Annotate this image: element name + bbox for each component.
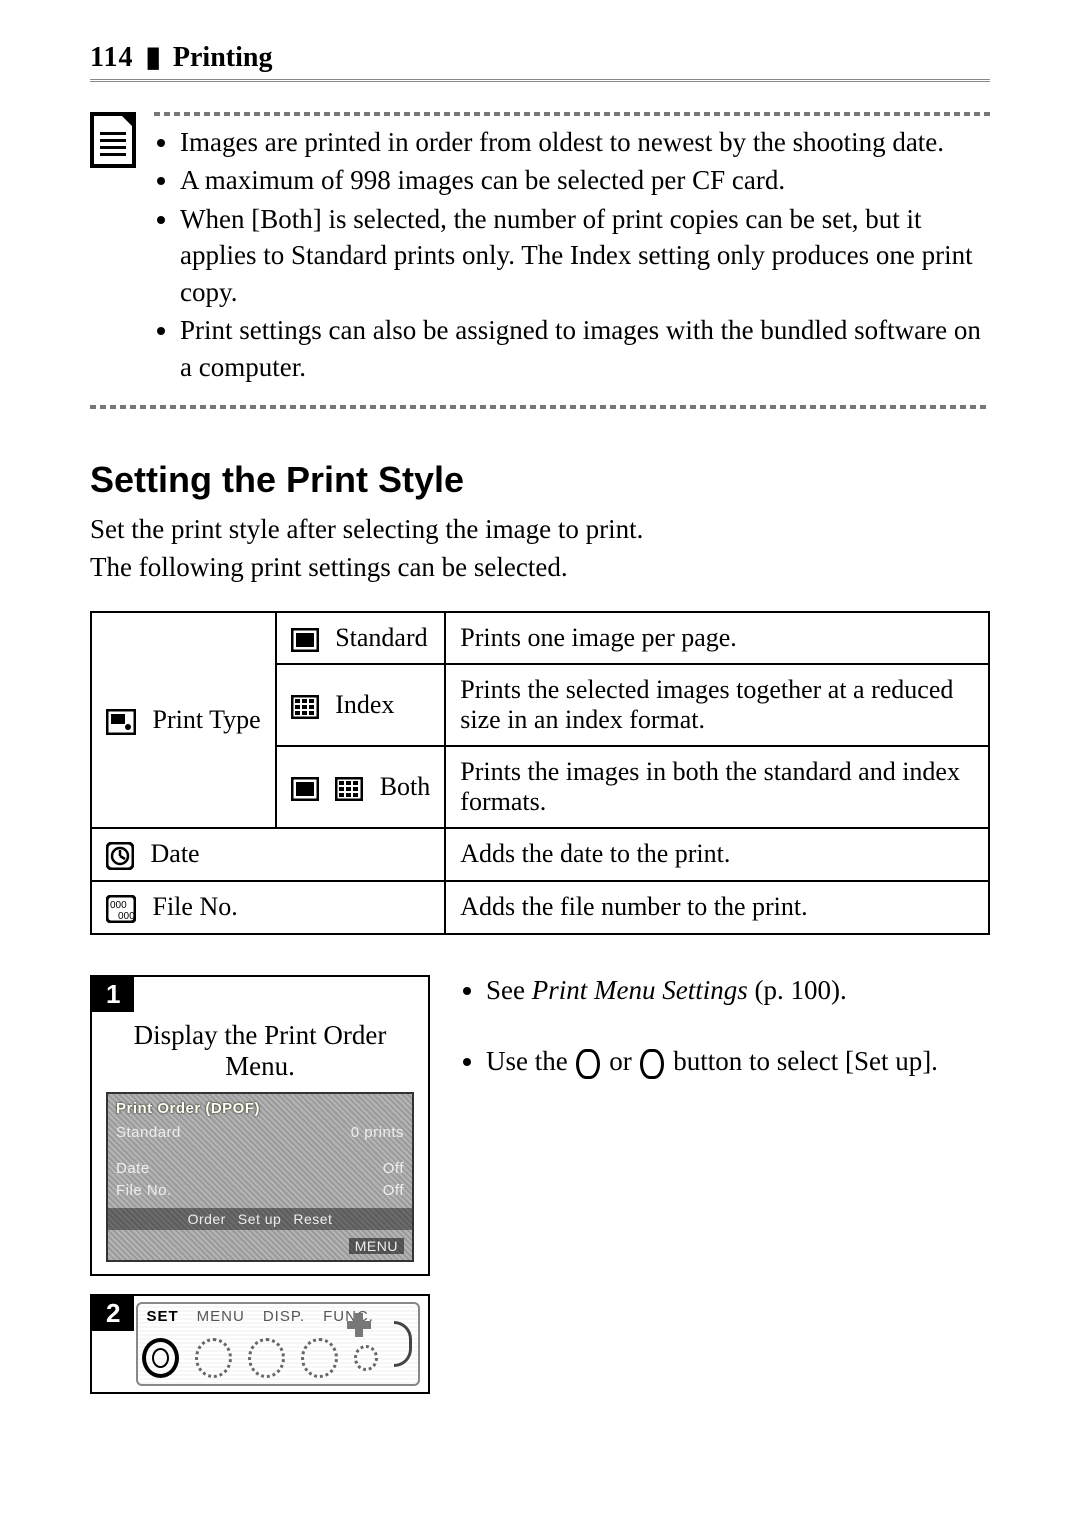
fileno-cell: 000000 File No. (91, 881, 445, 934)
lead-line-2: The following print settings can be sele… (90, 552, 568, 582)
lcd-row-label: File No. (116, 1182, 172, 1199)
standard-desc: Prints one image per page. (445, 612, 989, 664)
page-header: 114 ▮ Printing (90, 40, 990, 78)
date-cell: Date (91, 828, 445, 881)
fileno-desc: Adds the file number to the print. (445, 881, 989, 934)
print-type-label-cell: Print Type (91, 612, 276, 828)
standard-icon (291, 777, 319, 801)
index-icon (335, 777, 363, 801)
camera-lcd: Print Order (DPOF) Standard 0 prints Date… (106, 1092, 414, 1262)
standard-label: Standard (335, 623, 427, 652)
notes-top-rule (154, 112, 990, 116)
svg-text:000: 000 (118, 911, 135, 922)
lcd-tab-bar: Order Set up Reset (108, 1208, 412, 1230)
note-page-icon (90, 112, 136, 168)
index-cell: Index (276, 664, 446, 746)
index-icon (291, 695, 319, 719)
page-section: Printing (173, 42, 273, 74)
svg-text:000: 000 (110, 900, 127, 911)
notes-list: Images are printed in order from oldest … (154, 124, 990, 385)
header-rule (90, 78, 990, 82)
table-row: 000000 File No. Adds the file number to … (91, 881, 989, 934)
section-heading: Setting the Print Style (90, 459, 990, 501)
date-label: Date (151, 839, 200, 868)
index-label: Index (335, 690, 394, 719)
note-item: A maximum of 998 images can be selected … (180, 162, 990, 198)
standard-icon (291, 628, 319, 652)
right-button-icon (640, 1049, 664, 1079)
notes-bottom-rule (90, 405, 990, 409)
instruction-item: See Print Menu Settings (p. 100). (486, 975, 990, 1006)
instr-text: Use the (486, 1046, 574, 1076)
lcd-tab: Reset (293, 1211, 332, 1227)
clock-icon (106, 842, 134, 870)
instr-text: (p. 100). (748, 975, 847, 1005)
instr-text: or (602, 1046, 638, 1076)
page-number: 114 (90, 42, 133, 74)
lcd-row-value: Off (383, 1182, 404, 1199)
instr-text: See (486, 975, 532, 1005)
file-number-icon: 000000 (106, 895, 136, 923)
set-button-icon (142, 1338, 179, 1378)
camera-button-icon (301, 1338, 338, 1378)
note-item: When [Both] is selected, the number of p… (180, 201, 990, 310)
camera-button-icon (248, 1338, 285, 1378)
lcd-menu-tag: MENU (349, 1238, 404, 1254)
lcd-row-value: Off (383, 1160, 404, 1177)
left-button-icon (576, 1049, 600, 1079)
date-desc: Adds the date to the print. (445, 828, 989, 881)
instr-ref: Print Menu Settings (532, 975, 748, 1005)
fileno-label: File No. (153, 892, 238, 921)
lcd-row-label: Date (116, 1160, 150, 1177)
table-row: Date Adds the date to the print. (91, 828, 989, 881)
camera-button-labels: SET MENU DISP. FUNC. (146, 1308, 373, 1325)
print-type-icon (106, 709, 136, 735)
notes-block: Images are printed in order from oldest … (90, 112, 990, 387)
lcd-row-label: Standard (116, 1124, 181, 1141)
lcd-title: Print Order (DPOF) (116, 1100, 260, 1117)
step-1-title: Display the Print Order Menu. (92, 1012, 428, 1092)
disp-label: DISP. (263, 1308, 305, 1325)
lead-text: Set the print style after selecting the … (90, 511, 990, 587)
note-item: Images are printed in order from oldest … (180, 124, 990, 160)
step-2-box: 2 SET MENU DISP. FUNC. (90, 1294, 430, 1394)
camera-back-panel: SET MENU DISP. FUNC. (136, 1302, 420, 1386)
step-2-number: 2 (92, 1296, 134, 1331)
note-item: Print settings can also be assigned to i… (180, 312, 990, 385)
print-settings-table: Print Type Standard Prints one image per… (90, 611, 990, 935)
lcd-row-value: 0 prints (351, 1124, 404, 1141)
set-label: SET (146, 1308, 178, 1325)
instr-text: button to select [Set up]. (666, 1046, 937, 1076)
table-row: Print Type Standard Prints one image per… (91, 612, 989, 664)
lcd-tab: Order (188, 1211, 226, 1227)
step-1-box: 1 Display the Print Order Menu. Print Or… (90, 975, 430, 1276)
menu-label: MENU (197, 1308, 245, 1325)
lead-line-1: Set the print style after selecting the … (90, 514, 643, 544)
standard-cell: Standard (276, 612, 446, 664)
both-desc: Prints the images in both the standard a… (445, 746, 989, 828)
instructions: See Print Menu Settings (p. 100). Use th… (460, 975, 990, 1119)
camera-button-icon (195, 1338, 232, 1378)
both-cell: Both (276, 746, 446, 828)
lcd-tab: Set up (238, 1211, 281, 1227)
both-label: Both (380, 772, 431, 801)
dpad-icon (346, 1312, 372, 1338)
step-1-number: 1 (92, 977, 134, 1012)
instruction-item: Use the or button to select [Set up]. (486, 1046, 990, 1079)
header-divider: ▮ (145, 40, 160, 74)
print-type-label: Print Type (153, 705, 261, 734)
camera-button-icon (354, 1345, 378, 1371)
camera-grip-icon (394, 1321, 412, 1367)
index-desc: Prints the selected images together at a… (445, 664, 989, 746)
